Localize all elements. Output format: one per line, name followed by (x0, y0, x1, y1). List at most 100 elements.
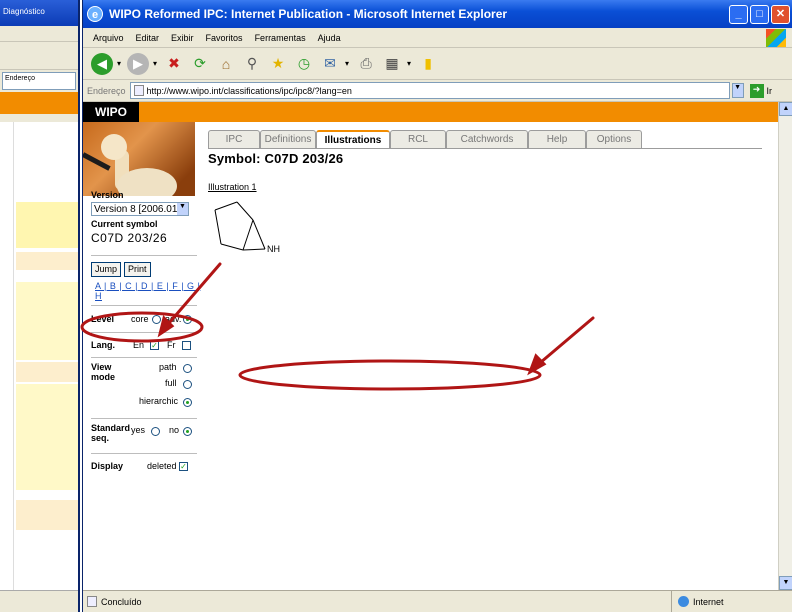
menu-item-favorites[interactable]: Favoritos (206, 33, 243, 43)
view-hierarchic-radio[interactable] (183, 398, 192, 407)
search-icon[interactable]: ⚲ (241, 53, 263, 75)
tab-ipc[interactable]: IPC (208, 130, 260, 148)
display-deleted-label: deleted (147, 461, 177, 471)
vertical-scrollbar[interactable]: ▲ ▼ (778, 102, 792, 590)
level-core-radio[interactable] (152, 314, 161, 324)
chevron-down-icon[interactable]: ▼ (177, 203, 188, 215)
mail-icon[interactable]: ✉ (319, 53, 341, 75)
tab-rcl[interactable]: RCL (390, 130, 446, 148)
mail-dropdown-icon[interactable]: ▾ (345, 59, 349, 68)
address-input[interactable]: http://www.wipo.int/classifications/ipc/… (129, 82, 730, 99)
view-mode-label: View mode (91, 362, 116, 382)
section-letter-links[interactable]: A | B | C | D | E | F | G | H (95, 281, 201, 301)
background-window-yellow-panel (16, 202, 78, 248)
menu-item-file[interactable]: Arquivo (93, 33, 124, 43)
stop-icon[interactable]: ✖ (163, 53, 185, 75)
background-window-title: Diagnóstico (0, 0, 78, 26)
display-row: Display deleted ✓ (91, 458, 201, 474)
toolbar: ◀ ▾ ▶ ▾ ✖ ⟳ ⌂ ⚲ ★ ◷ ✉ ▾ ⎙ ▦ ▾ ▮ (83, 48, 792, 80)
display-deleted-checkbox[interactable]: ✓ (179, 461, 188, 471)
tab-illustrations[interactable]: Illustrations (316, 130, 390, 149)
standard-seq-row: Standard seq. yes no (91, 423, 201, 449)
ibis-logo-image (83, 122, 195, 196)
scroll-up-icon[interactable]: ▲ (779, 102, 792, 116)
menu-item-view[interactable]: Exibir (171, 33, 194, 43)
wipo-header-bar: WIPO (83, 102, 779, 122)
lang-en-checkbox[interactable]: ✓ (150, 340, 159, 350)
page-status-icon (87, 596, 97, 607)
std-no-radio[interactable] (183, 427, 192, 436)
button-row: Jump Print (91, 262, 201, 277)
go-arrow-icon[interactable]: ➜ (749, 83, 764, 98)
tab-options[interactable]: Options (586, 130, 642, 148)
favorites-star-icon[interactable]: ★ (267, 53, 289, 75)
bond-6 (252, 219, 266, 250)
address-dropdown-icon[interactable]: ▼ (731, 83, 744, 98)
std-yes-label: yes (131, 425, 146, 435)
current-symbol-value[interactable]: C07D 203/26 (91, 231, 201, 245)
lang-row: Lang. En ✓ Fr (91, 337, 201, 353)
history-icon[interactable]: ◷ (293, 53, 315, 75)
tab-help[interactable]: Help (528, 130, 586, 148)
bond-2 (236, 201, 254, 221)
level-row: Level core adv. (91, 310, 201, 328)
background-window-list-5 (16, 500, 78, 530)
tab-catchwords[interactable]: Catchwords (446, 130, 528, 148)
version-label: Version (91, 190, 124, 200)
back-dropdown-icon[interactable]: ▾ (117, 59, 121, 68)
forward-arrow-icon[interactable]: ▶ (127, 52, 150, 75)
print-icon[interactable]: ⎙ (355, 53, 377, 75)
level-adv-label: adv. (165, 314, 182, 324)
maximize-button[interactable]: □ (750, 4, 769, 24)
level-core-label: core (131, 314, 149, 324)
display-label: Display (91, 461, 124, 471)
wipo-logo[interactable]: WIPO (83, 102, 139, 122)
divider (91, 255, 197, 256)
background-window-status (0, 590, 78, 612)
std-yes-radio[interactable] (151, 427, 160, 436)
address-label: Endereço (87, 85, 126, 96)
browser-window: e WIPO Reformed IPC: Internet Publicatio… (82, 0, 792, 612)
address-text: http://www.wipo.int/classifications/ipc/… (146, 85, 352, 96)
view-path-radio[interactable] (183, 364, 192, 373)
standard-seq-label: Standard seq. (91, 423, 131, 443)
divider (91, 453, 197, 454)
background-window-tree (0, 122, 14, 590)
view-full-label: full (165, 378, 177, 388)
minimize-button[interactable]: _ (729, 4, 748, 24)
chemical-structure-diagram: NH (214, 201, 280, 254)
view-path-label: path (159, 362, 177, 372)
menu-item-help[interactable]: Ajuda (318, 33, 341, 43)
view-full-radio[interactable] (183, 380, 192, 389)
forward-dropdown-icon[interactable]: ▾ (153, 59, 157, 68)
illustration-label[interactable]: Illustration 1 (208, 182, 257, 192)
note-icon[interactable]: ▮ (417, 53, 439, 75)
close-button[interactable]: ✕ (771, 4, 790, 24)
menu-item-edit[interactable]: Editar (136, 33, 160, 43)
home-icon[interactable]: ⌂ (215, 53, 237, 75)
globe-icon (678, 596, 689, 607)
edit-icon[interactable]: ▦ (381, 53, 403, 75)
address-bar: Endereço http://www.wipo.int/classificat… (83, 80, 792, 102)
windows-logo-icon (766, 29, 786, 47)
level-adv-radio[interactable] (183, 314, 192, 324)
navigation-panel: Version Version 8 [2006.01] ▼ Current sy… (91, 190, 201, 474)
refresh-icon[interactable]: ⟳ (189, 53, 211, 75)
edit-dropdown-icon[interactable]: ▾ (407, 59, 411, 68)
scroll-down-icon[interactable]: ▼ (779, 576, 792, 590)
bond-5 (214, 209, 222, 245)
print-button[interactable]: Print (124, 262, 151, 277)
bond-7 (242, 248, 266, 251)
lang-fr-checkbox[interactable] (182, 340, 191, 350)
jump-button[interactable]: Jump (91, 262, 122, 277)
go-label[interactable]: Ir (767, 86, 773, 96)
version-select[interactable]: Version 8 [2006.01] ▼ (91, 202, 189, 216)
status-text: Concluído (101, 596, 142, 607)
back-arrow-icon[interactable]: ◀ (91, 52, 113, 75)
menu-item-tools[interactable]: Ferramentas (255, 33, 306, 43)
tab-definitions[interactable]: Definitions (260, 130, 316, 148)
version-value: Version 8 [2006.01] (94, 203, 181, 215)
zone-text: Internet (693, 596, 724, 607)
ie-icon: e (87, 6, 103, 22)
page-content: WIPO IPC Definitions Illustrations RCL C… (83, 102, 779, 590)
